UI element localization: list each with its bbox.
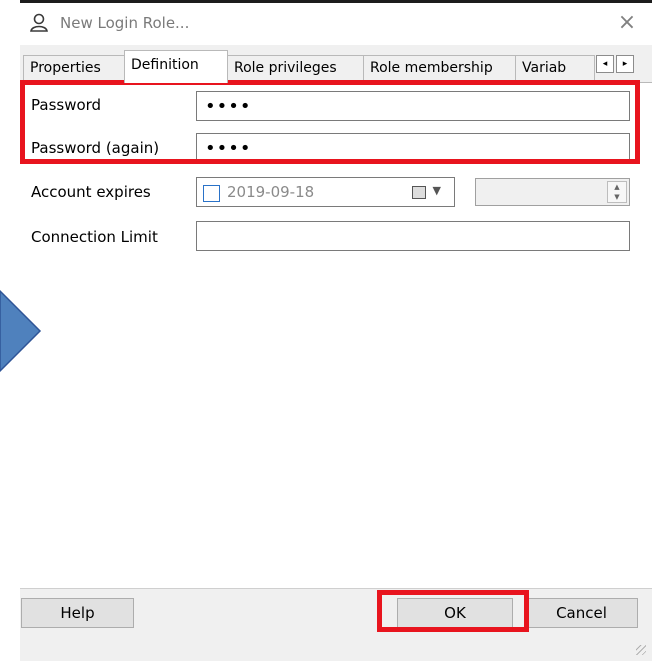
password-input[interactable]: •••• (196, 91, 630, 121)
account-expires-checkbox[interactable] (203, 185, 220, 202)
close-button[interactable]: × (616, 10, 638, 36)
connection-limit-label: Connection Limit (31, 228, 158, 246)
password-again-label: Password (again) (31, 139, 160, 157)
account-expires-time-input[interactable]: ▲ ▼ (475, 178, 630, 206)
window-title: New Login Role... (60, 14, 190, 32)
calendar-icon[interactable] (412, 186, 426, 199)
connection-limit-input[interactable] (196, 221, 630, 251)
tab-properties[interactable]: Properties (23, 55, 125, 82)
password-again-value: •••• (205, 138, 252, 159)
password-again-input[interactable]: •••• (196, 133, 630, 163)
tab-strip: Properties Definition Role privileges Ro… (20, 45, 652, 83)
tab-scroll-right-button[interactable]: ▸ (616, 55, 634, 73)
tab-definition[interactable]: Definition (124, 50, 228, 83)
cancel-button[interactable]: Cancel (525, 598, 638, 628)
help-button[interactable]: Help (21, 598, 134, 628)
user-icon (30, 13, 48, 32)
time-spinner[interactable]: ▲ ▼ (607, 181, 627, 203)
password-value: •••• (205, 96, 252, 117)
definition-panel: Password •••• Password (again) •••• Acco… (20, 82, 652, 589)
tab-role-membership[interactable]: Role membership (363, 55, 516, 82)
tab-variables[interactable]: Variab (515, 55, 595, 82)
account-expires-date-picker[interactable]: 2019-09-18 ▼ (196, 177, 455, 207)
new-login-role-dialog: New Login Role... × Properties Definitio… (20, 3, 652, 661)
title-bar: New Login Role... × (20, 3, 652, 45)
resize-grip[interactable] (636, 645, 646, 655)
tab-role-privileges[interactable]: Role privileges (227, 55, 364, 82)
account-expires-date: 2019-09-18 (227, 183, 315, 201)
account-expires-label: Account expires (31, 183, 151, 201)
ok-button[interactable]: OK (397, 598, 513, 628)
tab-scroll-left-button[interactable]: ◂ (596, 55, 614, 73)
chevron-down-icon[interactable]: ▼ (433, 184, 441, 197)
arrow-shape (0, 290, 42, 372)
password-label: Password (31, 96, 102, 114)
